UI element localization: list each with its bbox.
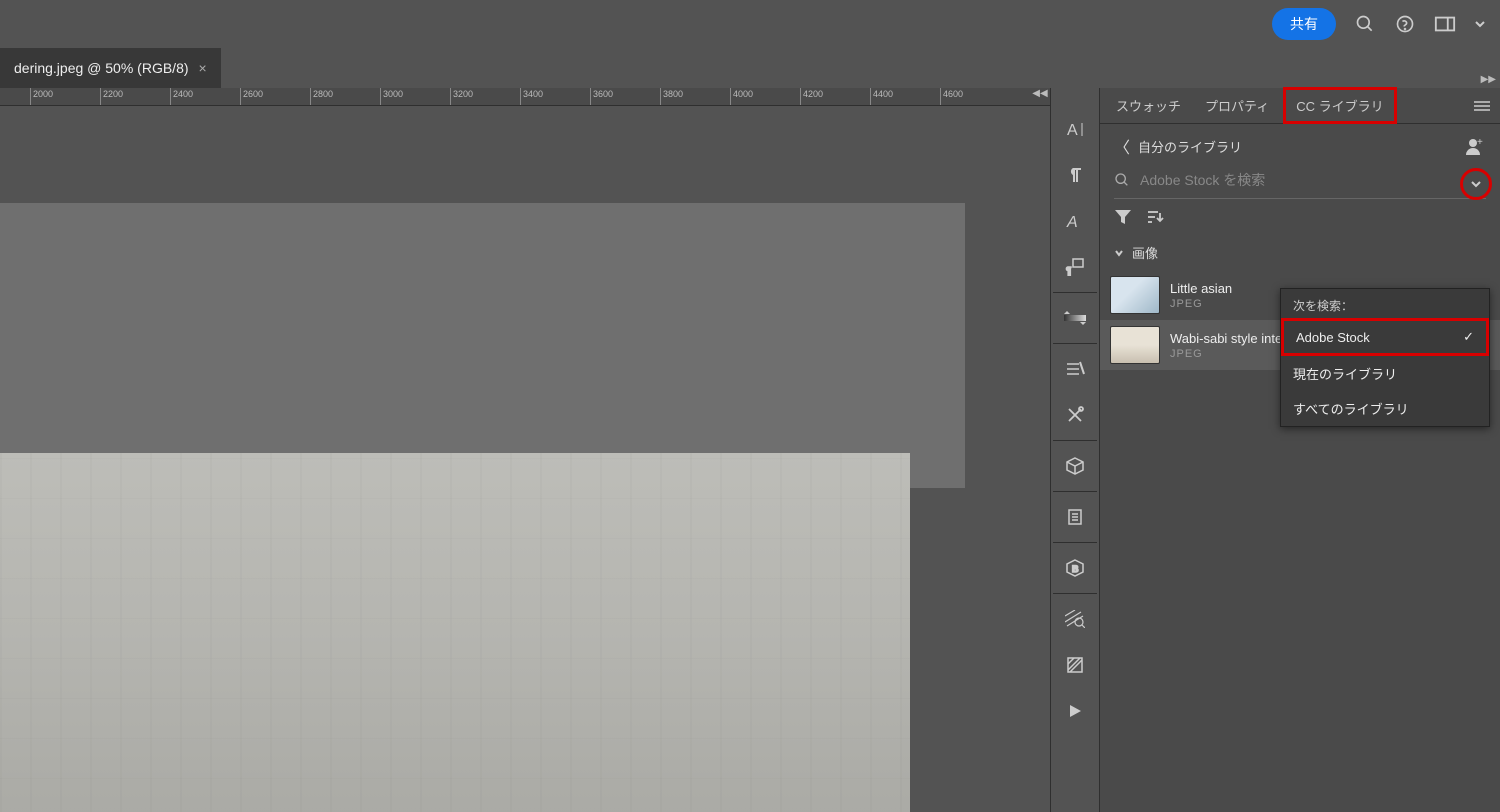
ruler-tick: 4000 bbox=[730, 88, 753, 106]
ruler-tick: 3800 bbox=[660, 88, 683, 106]
tab-properties[interactable]: プロパティ bbox=[1195, 90, 1279, 121]
document-tabs: dering.jpeg @ 50% (RGB/8) × bbox=[0, 48, 1500, 88]
filter-icon[interactable] bbox=[1114, 209, 1132, 225]
horizontal-ruler: 2000 2200 2400 2600 2800 3000 3200 3400 3600 3800… bbox=[0, 88, 1050, 106]
close-icon[interactable]: × bbox=[199, 60, 207, 76]
svg-text:¶: ¶ bbox=[1066, 266, 1071, 276]
back-icon[interactable]: 〈 bbox=[1114, 134, 1130, 158]
story-panel-icon[interactable]: ¶ bbox=[1050, 244, 1100, 290]
document-image bbox=[0, 453, 910, 812]
dropdown-item-current-library[interactable]: 現在のライブラリ bbox=[1281, 356, 1489, 391]
search-icon[interactable] bbox=[1354, 13, 1376, 35]
document-tab[interactable]: dering.jpeg @ 50% (RGB/8) × bbox=[0, 48, 221, 88]
hatch-panel-icon[interactable] bbox=[1050, 642, 1100, 688]
svg-text:A: A bbox=[1066, 214, 1078, 231]
tab-cc-library[interactable]: CC ライブラリ bbox=[1283, 87, 1396, 124]
asset-title: Little asian bbox=[1170, 281, 1232, 296]
main-area: 2000 2200 2400 2600 2800 3000 3200 3400 3600 3800… bbox=[0, 88, 1500, 812]
ruler-tick: 2000 bbox=[30, 88, 53, 106]
images-section-header[interactable]: 画像 bbox=[1100, 235, 1500, 270]
ruler-tick: 2200 bbox=[100, 88, 123, 106]
cc-library-panel: ▶▶ スウォッチ プロパティ CC ライブラリ 〈 自分のライブラリ + bbox=[1100, 88, 1500, 812]
tools-panel-icon[interactable] bbox=[1050, 392, 1100, 438]
workspace-icon[interactable] bbox=[1434, 13, 1456, 35]
ruler-tick: 3400 bbox=[520, 88, 543, 106]
asset-format: JPEG bbox=[1170, 298, 1232, 310]
search-icon bbox=[1114, 172, 1130, 188]
search-row bbox=[1100, 168, 1500, 198]
pages-panel-icon[interactable] bbox=[1050, 494, 1100, 540]
ruler-tick: 2400 bbox=[170, 88, 193, 106]
cube-panel-icon[interactable] bbox=[1050, 443, 1100, 489]
collapse-dock-icon[interactable]: ◀◀ bbox=[1030, 88, 1050, 102]
sort-icon[interactable] bbox=[1146, 210, 1164, 224]
svg-text:+: + bbox=[1477, 137, 1483, 148]
ruler-tick: 4600 bbox=[940, 88, 963, 106]
dropdown-item-adobe-stock[interactable]: Adobe Stock ✓ bbox=[1281, 318, 1489, 356]
svg-text:B: B bbox=[1072, 564, 1079, 574]
images-section-label: 画像 bbox=[1132, 243, 1158, 262]
library-search-input[interactable] bbox=[1140, 172, 1486, 188]
search-scope-dropdown-button[interactable] bbox=[1460, 168, 1492, 200]
canvas-area: 2000 2200 2400 2600 2800 3000 3200 3400 3600 3800… bbox=[0, 88, 1050, 812]
check-icon: ✓ bbox=[1463, 329, 1474, 345]
panel-tabs: スウォッチ プロパティ CC ライブラリ bbox=[1100, 88, 1500, 124]
ruler-tick: 3600 bbox=[590, 88, 613, 106]
help-icon[interactable] bbox=[1394, 13, 1416, 35]
dropdown-title: 次を検索： bbox=[1281, 289, 1489, 318]
gradient-panel-icon[interactable] bbox=[1050, 295, 1100, 341]
tab-swatches[interactable]: スウォッチ bbox=[1106, 90, 1191, 121]
effects-panel-icon[interactable] bbox=[1050, 346, 1100, 392]
breadcrumb-label: 自分のライブラリ bbox=[1138, 137, 1242, 156]
document-background bbox=[0, 203, 965, 488]
dropdown-item-all-libraries[interactable]: すべてのライブラリ bbox=[1281, 391, 1489, 426]
panel-icon-column: A A ¶ B bbox=[1050, 88, 1100, 812]
panel-menu-icon[interactable] bbox=[1470, 96, 1494, 116]
library-toolbar bbox=[1100, 199, 1500, 235]
dropdown-item-label: すべてのライブラリ bbox=[1293, 399, 1409, 418]
library-breadcrumb[interactable]: 〈 自分のライブラリ + bbox=[1100, 124, 1500, 168]
ruler-tick: 2800 bbox=[310, 88, 333, 106]
character-panel-icon[interactable]: A bbox=[1050, 106, 1100, 152]
invite-user-icon[interactable]: + bbox=[1462, 134, 1486, 158]
ruler-tick: 2600 bbox=[240, 88, 263, 106]
paragraph-panel-icon[interactable] bbox=[1050, 152, 1100, 198]
expand-dock-icon[interactable]: ▶▶ bbox=[1481, 74, 1496, 85]
share-button[interactable]: 共有 bbox=[1272, 8, 1336, 40]
dropdown-item-label: 現在のライブラリ bbox=[1293, 364, 1397, 383]
asset-thumbnail bbox=[1110, 276, 1160, 314]
asset-thumbnail bbox=[1110, 326, 1160, 364]
search-scope-dropdown: 次を検索： Adobe Stock ✓ 現在のライブラリ すべてのライブラリ bbox=[1280, 288, 1490, 427]
play-icon[interactable] bbox=[1050, 688, 1100, 734]
top-bar: 共有 bbox=[0, 0, 1500, 48]
ruler-tick: 4400 bbox=[870, 88, 893, 106]
document-tab-title: dering.jpeg @ 50% (RGB/8) bbox=[14, 60, 189, 76]
hatch-find-icon[interactable] bbox=[1050, 596, 1100, 642]
box-panel-icon[interactable]: B bbox=[1050, 545, 1100, 591]
svg-text:A: A bbox=[1067, 122, 1078, 139]
ruler-tick: 3200 bbox=[450, 88, 473, 106]
chevron-down-icon[interactable] bbox=[1474, 13, 1486, 35]
dropdown-item-label: Adobe Stock bbox=[1296, 330, 1370, 345]
glyphs-panel-icon[interactable]: A bbox=[1050, 198, 1100, 244]
ruler-tick: 4200 bbox=[800, 88, 823, 106]
ruler-tick: 3000 bbox=[380, 88, 403, 106]
